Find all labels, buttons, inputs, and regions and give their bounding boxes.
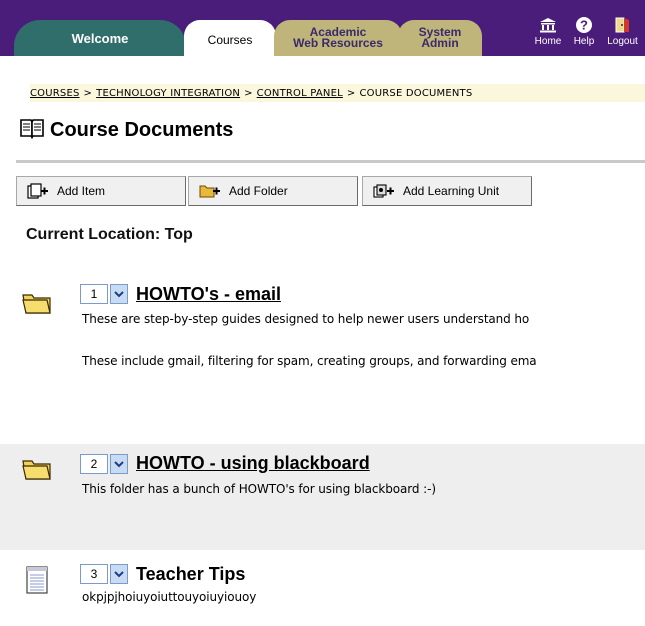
add-folder-label: Add Folder: [229, 184, 288, 198]
logout-link[interactable]: Logout: [600, 16, 645, 56]
help-link[interactable]: ? Help: [568, 16, 600, 56]
breadcrumb: COURSES > TECHNOLOGY INTEGRATION > CONTR…: [30, 84, 645, 102]
svg-text:?: ?: [580, 18, 588, 33]
tab-admin-label-line2: Admin: [421, 36, 459, 50]
tab-courses[interactable]: Courses: [184, 20, 276, 56]
home-icon: [539, 16, 557, 34]
add-folder-icon: [199, 183, 221, 199]
breadcrumb-courses[interactable]: COURSES: [30, 88, 80, 99]
help-icon: ?: [575, 16, 593, 34]
content-item: 3 Teacher Tips okpjpjhoiuyoiuttouyoiuyio…: [0, 556, 645, 626]
breadcrumb-control-panel[interactable]: CONTROL PANEL: [257, 88, 343, 99]
tab-courses-label: Courses: [207, 33, 253, 47]
add-item-button[interactable]: Add Item: [16, 176, 186, 206]
page-title: Course Documents: [50, 118, 234, 141]
home-link[interactable]: Home: [528, 16, 568, 56]
tab-academic-label-line2: Web Resources: [293, 36, 383, 50]
folder-icon: [22, 288, 52, 318]
add-learning-unit-icon: [373, 183, 395, 199]
order-select[interactable]: 1: [80, 284, 128, 304]
logout-door-icon: [614, 16, 632, 34]
chevron-down-icon[interactable]: [110, 454, 128, 474]
breadcrumb-separator: >: [346, 87, 356, 99]
breadcrumb-current: COURSE DOCUMENTS: [359, 87, 473, 99]
tab-welcome-label: Welcome: [71, 31, 129, 46]
item-description: These include gmail, filtering for spam,…: [82, 354, 537, 368]
content-item: 1 HOWTO's - email These are step-by-step…: [0, 270, 645, 430]
chevron-down-icon[interactable]: [110, 564, 128, 584]
item-description: These are step-by-step guides designed t…: [82, 312, 530, 326]
item-description: okpjpjhoiuyoiuttouyoiuyiouoy: [82, 590, 257, 604]
breadcrumb-technology-integration[interactable]: TECHNOLOGY INTEGRATION: [96, 88, 240, 99]
page-header: Course Documents: [20, 116, 233, 144]
order-select[interactable]: 2: [80, 454, 128, 474]
tab-system-admin[interactable]: System Admin: [398, 20, 482, 56]
add-item-label: Add Item: [57, 184, 106, 198]
home-label: Home: [534, 36, 562, 47]
order-value: 2: [80, 454, 108, 474]
add-learning-unit-button[interactable]: Add Learning Unit: [362, 176, 532, 206]
order-select[interactable]: 3: [80, 564, 128, 584]
divider: [16, 160, 645, 163]
order-value: 1: [80, 284, 108, 304]
item-description: This folder has a bunch of HOWTO's for u…: [82, 482, 436, 496]
tab-welcome[interactable]: Welcome: [14, 20, 186, 56]
current-location: Current Location: Top: [26, 226, 193, 243]
order-value: 3: [80, 564, 108, 584]
top-navigation-bar: Welcome Courses Academic Web Resources S…: [0, 0, 645, 56]
tab-academic-web-resources[interactable]: Academic Web Resources: [274, 20, 402, 56]
item-title: Teacher Tips: [136, 564, 246, 584]
logout-label: Logout: [607, 36, 638, 47]
breadcrumb-separator: >: [244, 87, 253, 99]
book-icon: [20, 117, 44, 144]
add-learning-unit-label: Add Learning Unit: [403, 184, 500, 198]
document-icon: [22, 564, 52, 594]
help-label: Help: [573, 36, 595, 47]
add-item-icon: [27, 183, 49, 199]
chevron-down-icon[interactable]: [110, 284, 128, 304]
breadcrumb-separator: >: [83, 87, 93, 99]
item-title-link[interactable]: HOWTO - using blackboard: [136, 453, 370, 474]
content-item: 2 HOWTO - using blackboard This folder h…: [0, 444, 645, 550]
folder-icon: [22, 454, 52, 484]
item-title-link[interactable]: HOWTO's - email: [136, 284, 281, 305]
add-folder-button[interactable]: Add Folder: [188, 176, 358, 206]
